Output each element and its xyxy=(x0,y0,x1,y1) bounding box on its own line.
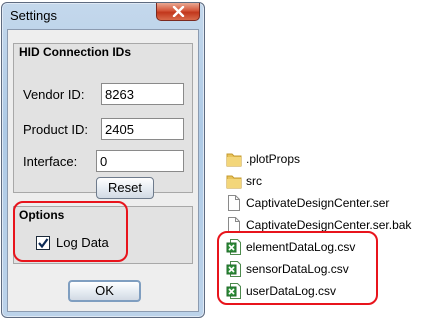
file-name: src xyxy=(246,174,262,188)
folder-icon xyxy=(226,175,242,189)
vendor-id-label: Vendor ID: xyxy=(23,87,85,102)
hid-group-title: HID Connection IDs xyxy=(19,45,132,59)
window-title: Settings xyxy=(10,8,57,23)
interface-label: Interface: xyxy=(23,154,78,169)
dialog-body: HID Connection IDs Vendor ID: 8263 Produ… xyxy=(7,29,199,312)
product-id-field[interactable]: 2405 xyxy=(101,118,184,140)
interface-field[interactable]: 0 xyxy=(96,150,184,172)
csv-files-highlight xyxy=(217,231,378,305)
ok-button[interactable]: OK xyxy=(68,280,141,302)
close-button[interactable] xyxy=(156,3,200,21)
file-name: CaptivateDesignCenter.ser xyxy=(246,196,390,210)
hid-connection-group: HID Connection IDs Vendor ID: 8263 Produ… xyxy=(13,43,193,199)
file-name: .plotProps xyxy=(246,152,301,166)
product-id-label: Product ID: xyxy=(23,122,89,137)
file-name: CaptivateDesignCenter.ser.bak xyxy=(246,218,412,232)
folder-icon xyxy=(226,153,242,167)
settings-window: Settings HID Connection IDs Vendor ID: 8… xyxy=(1,2,205,318)
vendor-id-field[interactable]: 8263 xyxy=(101,83,184,105)
reset-button[interactable]: Reset xyxy=(96,177,154,199)
title-bar[interactable]: Settings xyxy=(2,3,204,29)
close-icon xyxy=(172,6,185,17)
options-highlight xyxy=(13,201,128,262)
file-icon xyxy=(228,195,240,211)
